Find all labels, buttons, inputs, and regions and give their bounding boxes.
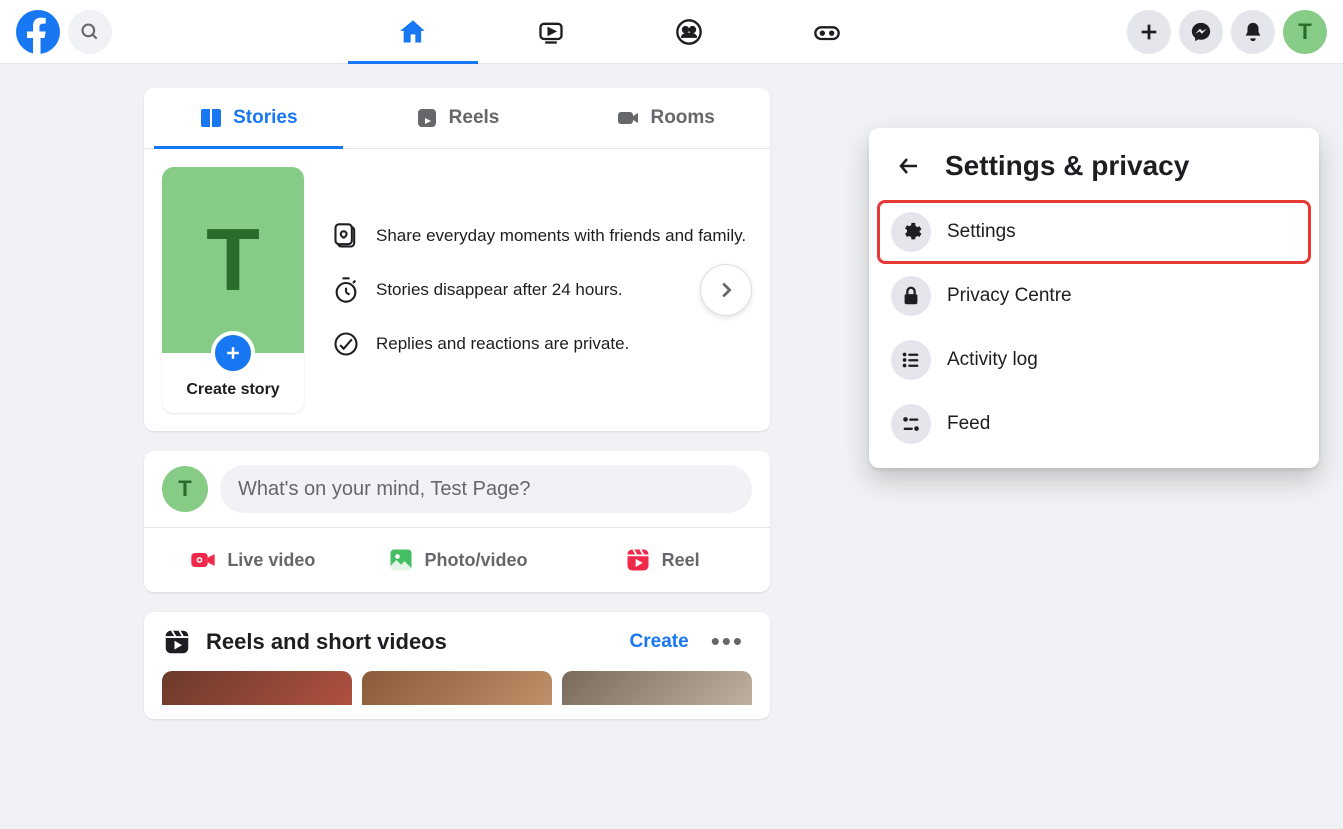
composer-card: T What's on your mind, Test Page? Live v… — [144, 451, 770, 592]
reels-more-button[interactable]: ••• — [703, 626, 752, 657]
menu-item-settings[interactable]: Settings — [877, 200, 1311, 264]
reels-title: Reels and short videos — [206, 629, 616, 655]
reel-thumbnail[interactable] — [362, 671, 552, 705]
story-info-row-2: Stories disappear after 24 hours. — [332, 276, 746, 304]
live-video-action[interactable]: Live video — [150, 534, 355, 586]
chevron-right-icon — [715, 279, 737, 301]
feed-icon-wrap — [891, 404, 931, 444]
nav-home[interactable] — [348, 2, 478, 62]
main-feed: Stories Reels Rooms T Create story — [0, 64, 770, 719]
reel-icon — [624, 546, 652, 574]
messenger-button[interactable] — [1179, 10, 1223, 54]
reel-thumbnail[interactable] — [562, 671, 752, 705]
nav-watch[interactable] — [486, 2, 616, 62]
menu-label-settings: Settings — [947, 221, 1016, 243]
composer-top: T What's on your mind, Test Page? — [144, 451, 770, 527]
notifications-button[interactable] — [1231, 10, 1275, 54]
story-info-text-1: Share everyday moments with friends and … — [376, 226, 746, 246]
groups-icon — [675, 18, 703, 46]
tab-rooms[interactable]: Rooms — [561, 88, 770, 148]
timer-icon — [332, 276, 360, 304]
nav-groups[interactable] — [624, 2, 754, 62]
composer-actions: Live video Photo/video Reel — [144, 527, 770, 592]
live-video-label: Live video — [227, 550, 315, 571]
story-info-row-3: Replies and reactions are private. — [332, 330, 746, 358]
story-info-text-3: Replies and reactions are private. — [376, 334, 629, 354]
gaming-icon — [813, 18, 841, 46]
create-story-avatar: T — [162, 167, 304, 353]
reels-section: Reels and short videos Create ••• — [144, 612, 770, 719]
top-header: T — [0, 0, 1343, 64]
menu-item-activity[interactable]: Activity log — [877, 328, 1311, 392]
header-nav — [112, 2, 1127, 62]
cards-heart-icon — [332, 222, 360, 250]
account-button[interactable]: T — [1283, 10, 1327, 54]
dropdown-title: Settings & privacy — [945, 150, 1189, 182]
plus-icon — [1138, 21, 1160, 43]
menu-label-privacy: Privacy Centre — [947, 285, 1072, 307]
reel-action[interactable]: Reel — [559, 534, 764, 586]
add-story-plus — [211, 331, 255, 375]
reels-create-link[interactable]: Create — [630, 631, 689, 653]
menu-label-feed: Feed — [947, 413, 990, 435]
activity-icon-wrap — [891, 340, 931, 380]
stories-body: T Create story Share everyday moments wi… — [144, 149, 770, 431]
reels-section-icon — [162, 627, 192, 657]
rooms-icon — [616, 106, 640, 130]
reel-label: Reel — [662, 550, 700, 571]
tab-rooms-label: Rooms — [650, 107, 714, 129]
reels-thumbnails — [162, 671, 752, 705]
create-story-tile[interactable]: T Create story — [162, 167, 304, 413]
photo-video-icon — [387, 546, 415, 574]
privacy-icon-wrap — [891, 276, 931, 316]
menu-label-activity: Activity log — [947, 349, 1038, 371]
gear-icon — [900, 221, 922, 243]
settings-icon-wrap — [891, 212, 931, 252]
header-right: T — [1127, 10, 1327, 54]
stories-next-button[interactable] — [700, 264, 752, 316]
stories-tabs: Stories Reels Rooms — [144, 88, 770, 149]
arrow-left-icon — [897, 154, 921, 178]
facebook-logo[interactable] — [16, 10, 60, 54]
story-info-row-1: Share everyday moments with friends and … — [332, 222, 746, 250]
photo-video-label: Photo/video — [425, 550, 528, 571]
tab-stories[interactable]: Stories — [144, 88, 353, 148]
feed-settings-icon — [900, 413, 922, 435]
bell-icon — [1242, 21, 1264, 43]
search-button[interactable] — [68, 10, 112, 54]
reels-header: Reels and short videos Create ••• — [162, 626, 752, 657]
live-video-icon — [189, 546, 217, 574]
list-icon — [900, 349, 922, 371]
stories-card: Stories Reels Rooms T Create story — [144, 88, 770, 431]
reply-private-icon — [332, 330, 360, 358]
watch-icon — [537, 18, 565, 46]
tab-stories-label: Stories — [233, 107, 297, 129]
reel-thumbnail[interactable] — [162, 671, 352, 705]
tab-reels[interactable]: Reels — [353, 88, 562, 148]
story-info-text-2: Stories disappear after 24 hours. — [376, 280, 623, 300]
create-button[interactable] — [1127, 10, 1171, 54]
dropdown-header: Settings & privacy — [877, 140, 1311, 200]
nav-gaming[interactable] — [762, 2, 892, 62]
avatar-initial: T — [206, 209, 260, 311]
story-info: Share everyday moments with friends and … — [332, 212, 746, 368]
search-icon — [80, 22, 100, 42]
composer-avatar[interactable]: T — [162, 466, 208, 512]
plus-icon — [223, 343, 243, 363]
home-icon — [399, 18, 427, 46]
menu-item-privacy[interactable]: Privacy Centre — [877, 264, 1311, 328]
composer-input[interactable]: What's on your mind, Test Page? — [220, 465, 752, 513]
reels-icon — [415, 106, 439, 130]
stories-icon — [199, 106, 223, 130]
settings-privacy-dropdown: Settings & privacy Settings Privacy Cent… — [869, 128, 1319, 468]
dropdown-back-button[interactable] — [891, 148, 927, 184]
header-left — [16, 10, 112, 54]
menu-item-feed[interactable]: Feed — [877, 392, 1311, 456]
messenger-icon — [1190, 21, 1212, 43]
photo-video-action[interactable]: Photo/video — [355, 534, 560, 586]
tab-reels-label: Reels — [449, 107, 500, 129]
lock-icon — [900, 285, 922, 307]
